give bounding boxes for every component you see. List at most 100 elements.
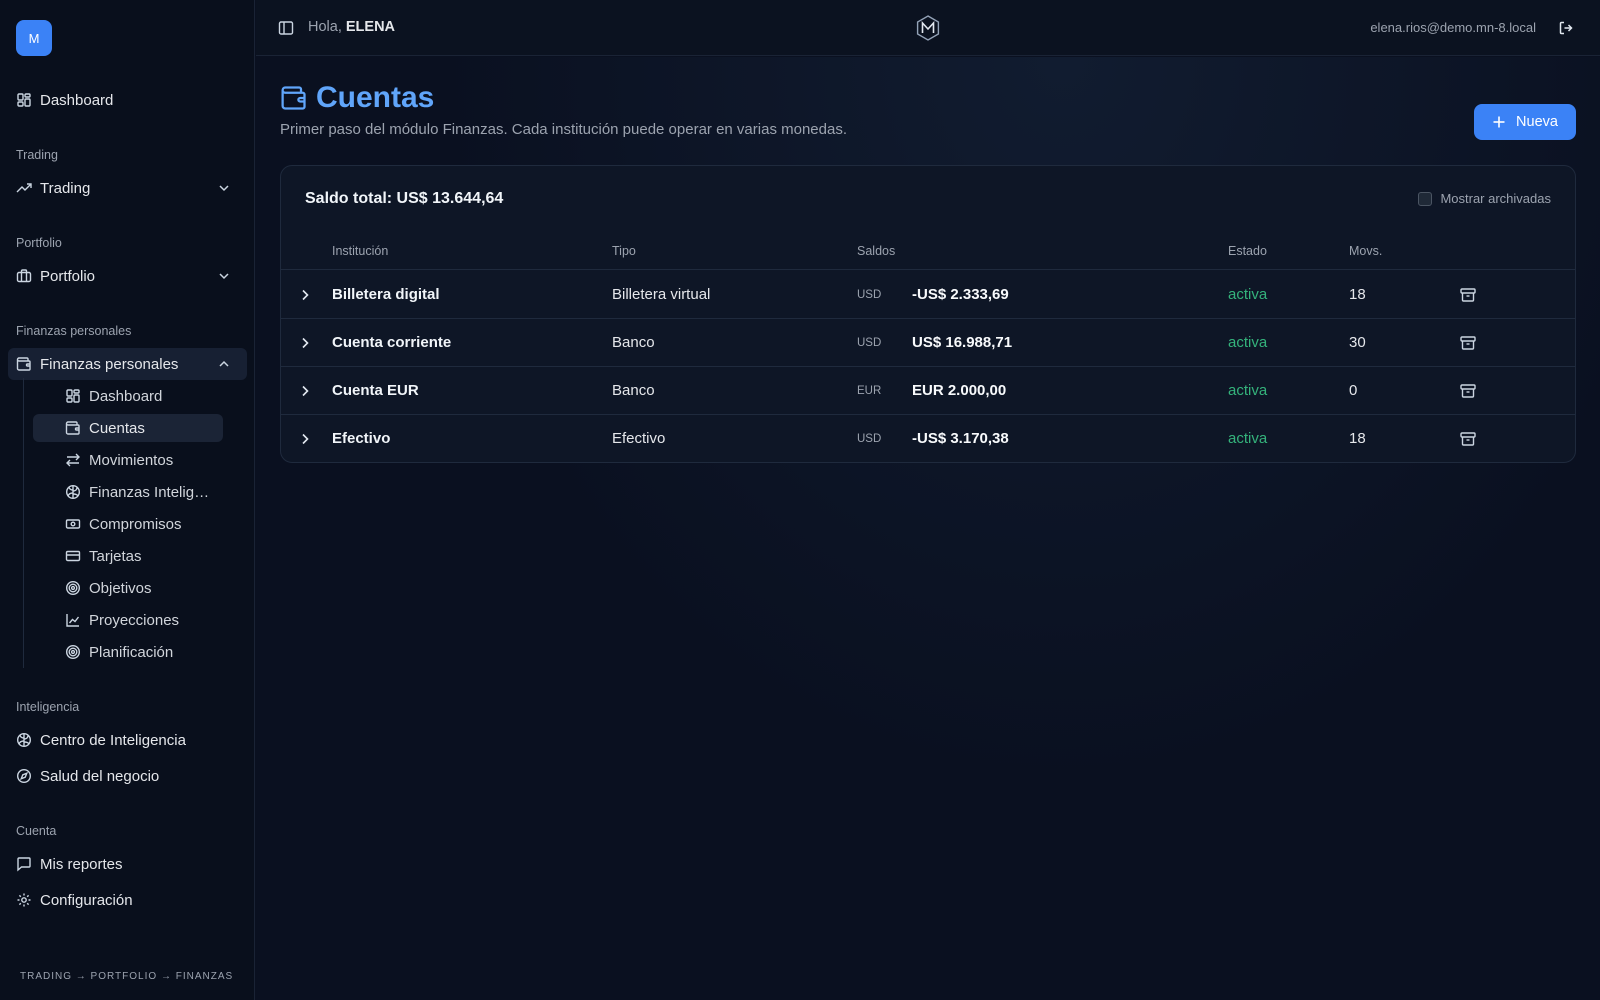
column-header-movs[interactable]: Movs. [1349, 244, 1382, 258]
gear-icon [16, 892, 32, 908]
new-account-button[interactable]: Nueva [1474, 104, 1576, 140]
dashboard-icon [16, 92, 32, 108]
sidebar-subitem-finanzas-inteligentes[interactable]: Finanzas Inteligentes [33, 478, 223, 506]
sidebar-subitem-cuentas[interactable]: Cuentas [33, 414, 223, 442]
section-label-inteligencia: Inteligencia [16, 700, 80, 714]
arrows-icon [65, 452, 81, 468]
compass-icon [16, 768, 32, 784]
subnav-guide-line [23, 378, 24, 668]
section-label-portfolio: Portfolio [16, 236, 62, 250]
sidebar-item-label: Salud del negocio [40, 767, 160, 785]
credit-card-icon [65, 548, 81, 564]
table-row[interactable]: Efectivo Efectivo USD -US$ 3.170,38 acti… [281, 415, 1575, 462]
cell-type: Banco [612, 382, 655, 399]
page-subtitle: Primer paso del módulo Finanzas. Cada in… [280, 121, 847, 138]
total-balance: Saldo total: US$ 13.644,64 [305, 190, 504, 207]
sidebar-item-label: Finanzas personales [40, 355, 179, 373]
sidebar-toggle-icon[interactable] [278, 20, 294, 36]
column-header-institucion[interactable]: Institución [332, 244, 388, 258]
column-header-saldos[interactable]: Saldos [857, 244, 895, 258]
show-archived-checkbox[interactable] [1418, 191, 1433, 206]
sidebar-item-label: Trading [40, 179, 91, 197]
archive-icon[interactable] [1459, 382, 1477, 400]
cell-institution: Billetera digital [332, 286, 440, 303]
greeting-prefix: Hola, [308, 19, 342, 35]
column-header-estado[interactable]: Estado [1228, 244, 1267, 258]
sidebar-subitem-dashboard[interactable]: Dashboard [33, 382, 223, 410]
sidebar-group-finanzas[interactable]: Finanzas personales [8, 348, 247, 380]
sidebar-subitem-label: Proyecciones [89, 611, 180, 629]
sidebar-subitem-label: Tarjetas [89, 547, 142, 565]
sidebar-item-mis-reportes[interactable]: Mis reportes [8, 848, 247, 880]
cell-balance: -US$ 2.333,69 [912, 286, 1009, 303]
cell-institution: Cuenta corriente [332, 334, 452, 351]
brain-icon [65, 484, 81, 500]
chevron-right-icon[interactable] [297, 287, 313, 303]
target-icon [65, 644, 81, 660]
table-header: Institución Tipo Saldos Estado Movs. [281, 236, 1575, 270]
sidebar-subitem-tarjetas[interactable]: Tarjetas [33, 542, 223, 570]
brain-icon [16, 732, 32, 748]
wallet-icon [280, 84, 308, 112]
accounts-card: Saldo total: US$ 13.644,64 Mostrar archi… [280, 165, 1576, 463]
sidebar-subitem-label: Cuentas [89, 419, 145, 437]
sidebar-subitem-label: Planificación [89, 643, 174, 661]
page-header: Cuentas [280, 81, 434, 115]
sidebar-subitem-label: Compromisos [89, 515, 182, 533]
footer-breadcrumb: TRADING → PORTFOLIO → FINANZAS [20, 971, 234, 982]
cell-movs: 0 [1349, 382, 1358, 399]
dashboard-icon [65, 388, 81, 404]
show-archived-label: Mostrar archivadas [1440, 191, 1551, 206]
cell-type: Billetera virtual [612, 286, 711, 303]
section-label-trading: Trading [16, 148, 58, 162]
chevron-down-icon [217, 181, 231, 195]
sidebar-item-centro-inteligencia[interactable]: Centro de Inteligencia [8, 724, 247, 756]
sidebar-subitem-planificacion[interactable]: Planificación [33, 638, 223, 666]
column-header-tipo[interactable]: Tipo [612, 244, 636, 258]
archive-icon[interactable] [1459, 430, 1477, 448]
plus-icon [1492, 115, 1506, 129]
sidebar-subitem-label: Finanzas Inteligentes [89, 483, 215, 501]
sidebar-item-configuracion[interactable]: Configuración [8, 884, 247, 916]
sidebar-item-label: Portfolio [40, 267, 96, 285]
table-row[interactable]: Billetera digital Billetera virtual USD … [281, 271, 1575, 319]
wallet-icon [16, 356, 32, 372]
sidebar-subitem-movimientos[interactable]: Movimientos [33, 446, 223, 474]
line-chart-icon [65, 612, 81, 628]
brand-logo-icon[interactable] [914, 14, 942, 42]
cell-currency: EUR [857, 385, 882, 397]
user-name: ELENA [345, 19, 396, 35]
sidebar-item-dashboard[interactable]: Dashboard [8, 84, 247, 116]
cell-institution: Cuenta EUR [332, 382, 419, 399]
table-row[interactable]: Cuenta corriente Banco USD US$ 16.988,71… [281, 319, 1575, 367]
sidebar-item-salud-negocio[interactable]: Salud del negocio [8, 760, 247, 792]
cell-status: activa [1228, 286, 1268, 303]
cell-status: activa [1228, 382, 1268, 399]
sidebar-subitem-label: Dashboard [89, 387, 163, 405]
archive-icon[interactable] [1459, 286, 1477, 304]
sidebar-subitem-objetivos[interactable]: Objetivos [33, 574, 223, 602]
cell-currency: USD [857, 337, 882, 349]
app-logo[interactable]: M [16, 20, 52, 56]
cell-status: activa [1228, 430, 1268, 447]
message-square-icon [16, 856, 32, 872]
sidebar-subitem-compromisos[interactable]: Compromisos [33, 510, 223, 538]
chevron-right-icon[interactable] [297, 335, 313, 351]
chevron-right-icon[interactable] [297, 383, 313, 399]
cell-status: activa [1228, 334, 1268, 351]
cell-type: Efectivo [612, 430, 666, 447]
sidebar-subitem-proyecciones[interactable]: Proyecciones [33, 606, 223, 634]
logout-icon[interactable] [1558, 20, 1574, 36]
cell-balance: US$ 16.988,71 [912, 334, 1013, 351]
archive-icon[interactable] [1459, 334, 1477, 352]
greeting: Hola, ELENA [308, 19, 395, 35]
table-row[interactable]: Cuenta EUR Banco EUR EUR 2.000,00 activa… [281, 367, 1575, 415]
briefcase-icon [16, 268, 32, 284]
sidebar-group-trading[interactable]: Trading [8, 172, 247, 204]
chevron-right-icon[interactable] [297, 431, 313, 447]
show-archived-toggle[interactable]: Mostrar archivadas [1418, 191, 1551, 206]
page-title: Cuentas [316, 81, 435, 114]
cell-balance: -US$ 3.170,38 [912, 430, 1009, 447]
sidebar-group-portfolio[interactable]: Portfolio [8, 260, 247, 292]
sidebar-subitem-label: Movimientos [89, 451, 174, 469]
